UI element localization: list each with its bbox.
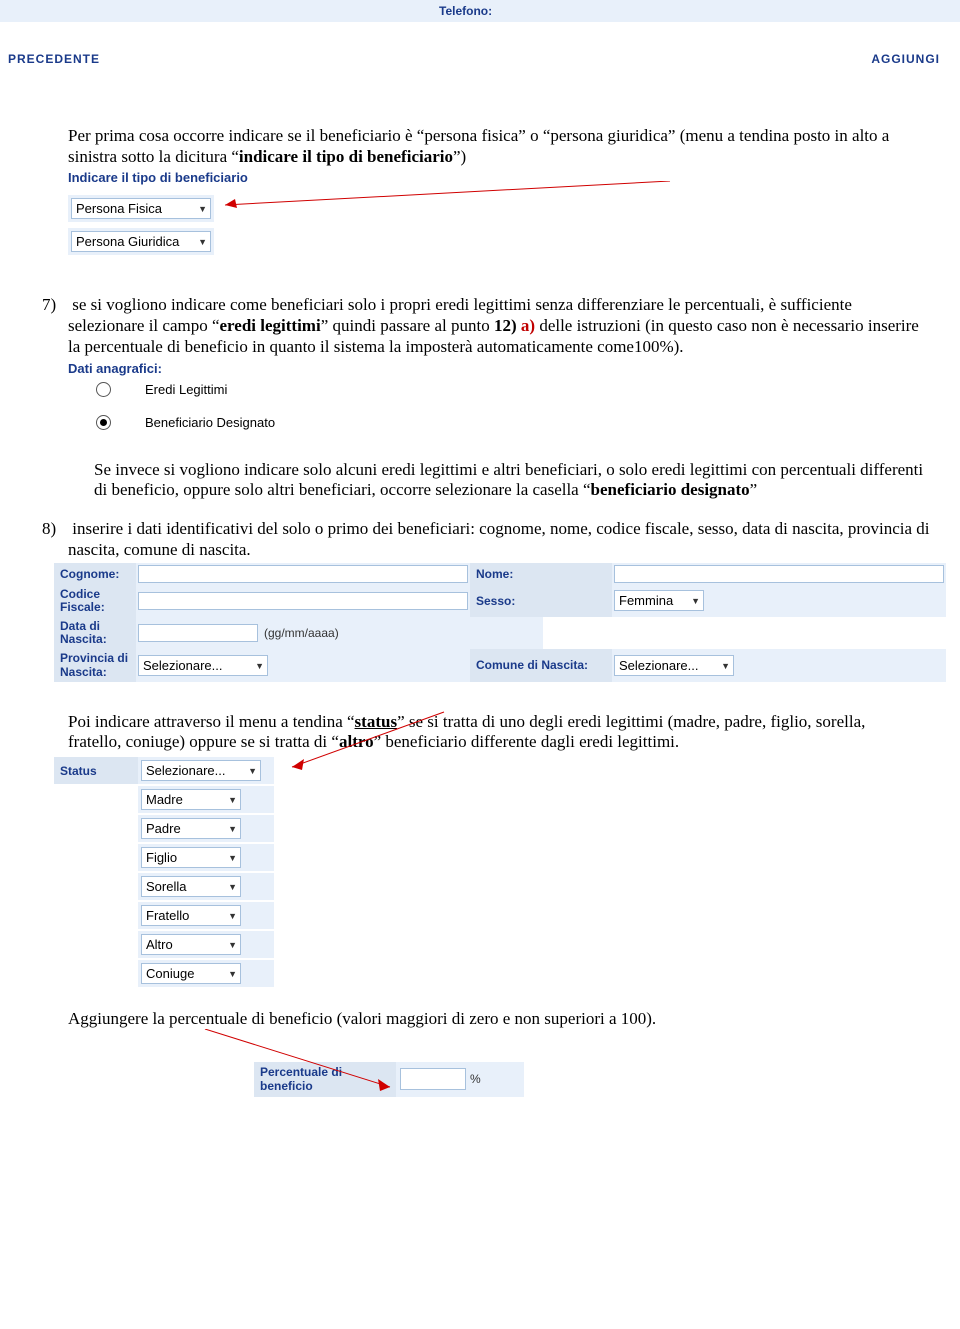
status-option-fratello[interactable]: Fratello▼ <box>141 905 241 926</box>
aggiungi-button[interactable]: AGGIUNGI <box>871 52 940 66</box>
status-select[interactable]: Selezionare... ▼ <box>141 760 261 781</box>
chevron-down-icon: ▼ <box>198 237 207 247</box>
intro-paragraph: Per prima cosa occorre indicare se il be… <box>0 126 960 167</box>
radio-beneficiario-designato-row[interactable]: Beneficiario Designato <box>96 415 960 430</box>
telefono-input-area[interactable] <box>541 0 960 22</box>
chevron-down-icon: ▼ <box>248 766 257 776</box>
status-option-padre[interactable]: Padre▼ <box>141 818 241 839</box>
radio-eredi-legittimi-row[interactable]: Eredi Legittimi <box>96 382 960 397</box>
status-option-altro[interactable]: Altro▼ <box>141 934 241 955</box>
paragraph-7b: Se invece si vogliono indicare solo alcu… <box>0 460 960 501</box>
tipo-beneficiario-option-pg-wrap: Persona Giuridica ▼ <box>68 228 214 255</box>
status-paragraph: Poi indicare attraverso il menu a tendin… <box>0 712 960 753</box>
provincia-select[interactable]: Selezionare... ▼ <box>138 655 268 676</box>
dn-input[interactable] <box>138 624 258 642</box>
chevron-down-icon: ▼ <box>228 853 237 863</box>
nome-label: Nome: <box>470 563 612 585</box>
status-option-figlio[interactable]: Figlio▼ <box>141 847 241 868</box>
status-option-madre[interactable]: Madre▼ <box>141 789 241 810</box>
tipo-beneficiario-select[interactable]: Persona Fisica ▼ <box>71 198 211 219</box>
top-telefono-row: Telefono: <box>0 0 960 22</box>
percentuale-input[interactable] <box>400 1068 466 1090</box>
chevron-down-icon: ▼ <box>228 969 237 979</box>
radio-selected-icon <box>96 415 111 430</box>
tipo-beneficiario-option-pg[interactable]: Persona Giuridica ▼ <box>71 231 211 252</box>
perc-paragraph: Aggiungere la percentuale di beneficio (… <box>0 1009 960 1030</box>
comune-select[interactable]: Selezionare... ▼ <box>614 655 734 676</box>
cf-input[interactable] <box>138 592 468 610</box>
radio-unselected-icon <box>96 382 111 397</box>
tipo-beneficiario-label: Indicare il tipo di beneficiario <box>68 170 960 185</box>
precedente-button[interactable]: PRECEDENTE <box>8 52 100 66</box>
cf-label: Codice Fiscale: <box>54 585 136 617</box>
chevron-down-icon: ▼ <box>228 795 237 805</box>
sesso-select[interactable]: Femmina ▼ <box>614 590 704 611</box>
status-option-coniuge[interactable]: Coniuge▼ <box>141 963 241 984</box>
chevron-down-icon: ▼ <box>691 596 700 606</box>
cognome-label: Cognome: <box>54 563 136 585</box>
cognome-input[interactable] <box>138 565 468 583</box>
tipo-beneficiario-select-wrap: Persona Fisica ▼ <box>68 195 214 222</box>
status-option-sorella[interactable]: Sorella▼ <box>141 876 241 897</box>
pn-label: Provincia di Nascita: <box>54 649 136 681</box>
list-item-8: 8) inserire i dati identificativi del so… <box>0 519 960 560</box>
chevron-down-icon: ▼ <box>255 661 264 671</box>
list-item-7: 7) se si vogliono indicare come benefici… <box>0 295 960 357</box>
dn-label: Data di Nascita: <box>54 617 136 649</box>
chevron-down-icon: ▼ <box>228 940 237 950</box>
status-label: Status <box>54 757 138 784</box>
sesso-label: Sesso: <box>470 585 612 617</box>
chevron-down-icon: ▼ <box>228 911 237 921</box>
cn-label: Comune di Nascita: <box>470 649 612 681</box>
percentuale-label: Percentuale di beneficio <box>254 1062 396 1097</box>
chevron-down-icon: ▼ <box>198 204 207 214</box>
tipo-beneficiario-value: Persona Fisica <box>76 201 162 216</box>
chevron-down-icon: ▼ <box>228 824 237 834</box>
dati-anagrafici-label: Dati anagrafici: <box>68 361 960 376</box>
dn-hint: (gg/mm/aaaa) <box>264 626 339 640</box>
chevron-down-icon: ▼ <box>228 882 237 892</box>
nome-input[interactable] <box>614 565 944 583</box>
chevron-down-icon: ▼ <box>721 661 730 671</box>
percentuale-unit: % <box>470 1072 481 1086</box>
telefono-label: Telefono: <box>435 0 541 22</box>
